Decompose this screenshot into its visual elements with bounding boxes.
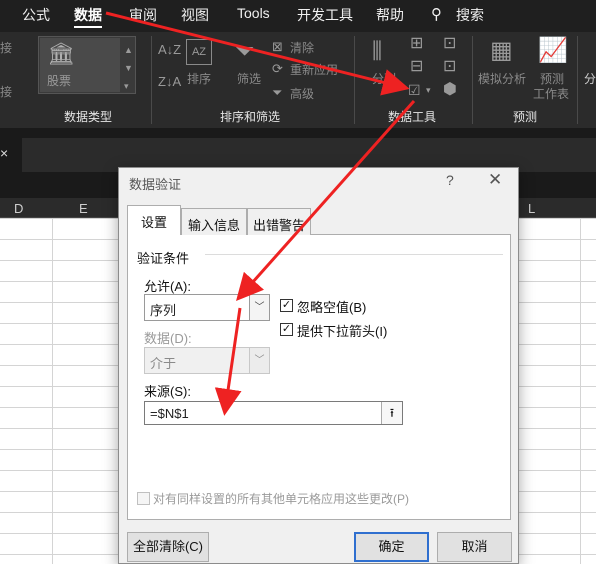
search-icon[interactable]: ⚲ [431,5,442,23]
tab-review[interactable]: 审阅 [129,5,157,25]
search-label[interactable]: 搜索 [456,5,484,25]
chevron-down-icon: ﹀ [249,348,269,373]
tab-help[interactable]: 帮助 [376,5,404,25]
remove-duplicates-icon[interactable]: ⊟ [410,59,423,75]
consolidate-icon[interactable]: ⊡ [443,36,456,52]
reapply-icon[interactable]: ⟳ [272,61,283,77]
dropdown-checkbox[interactable]: ✓ [280,323,293,336]
column-header[interactable]: D [14,201,23,216]
tab-settings[interactable]: 设置 [127,205,181,235]
data-select: 介于 ﹀ [144,347,270,374]
data-label: 数据(D): [144,331,192,346]
split-label: 分列 [372,72,397,86]
tab-error-alert[interactable]: 出错警告 [247,208,311,235]
tab-input-message[interactable]: 输入信息 [181,208,247,235]
close-icon[interactable]: ✕ [488,170,502,190]
flash-fill-icon[interactable]: ⊞ [410,36,423,52]
column-header[interactable]: E [79,201,88,216]
chevron-down-icon[interactable]: ﹀ [249,295,269,320]
tab-view[interactable]: 视图 [181,5,209,25]
clear-all-button[interactable]: 全部清除(C) [127,532,209,562]
allow-label: 允许(A): [144,279,191,294]
group-divider [151,36,152,124]
tab-developer[interactable]: 开发工具 [297,5,353,25]
collapse-dialog-icon[interactable]: ⭱ [381,402,402,424]
help-icon[interactable]: ? [446,172,454,188]
whatif-label: 模拟分析 [478,72,527,86]
collapse-icon[interactable]: × [0,145,8,161]
group-divider [577,36,578,124]
tab-tools[interactable]: Tools [237,5,270,21]
dropdown-label[interactable]: 提供下拉箭头(I) [297,321,387,340]
gallery-more-icon[interactable]: ▾ [124,78,129,94]
stock-label: 股票 [47,74,72,88]
sort-dialog-icon[interactable]: AZ [186,39,212,65]
forecast-sheet-icon[interactable]: 📈 [538,39,568,63]
filter-icon[interactable]: ⏷ [235,40,254,64]
tab-data[interactable]: 数据 [74,5,102,25]
ignore-blank-label[interactable]: 忽略空值(B) [297,297,366,316]
column-header[interactable]: L [528,201,535,216]
gallery-scroll-up-icon[interactable]: ▲ [124,42,133,58]
relationships-icon[interactable]: ⊡ [443,59,456,75]
group-label-data-types: 数据类型 [64,110,113,124]
advanced-filter-icon[interactable]: ⏷ [272,85,282,101]
data-validation-icon[interactable]: ☑ [408,82,421,98]
section-divider [205,254,503,255]
allow-select[interactable]: 序列 ﹀ [144,294,270,321]
group-label-data-tools: 数据工具 [388,110,437,124]
clear-filter-icon[interactable]: ⊠ [272,39,283,55]
bank-icon: 🏛 [47,41,75,66]
apply-all-label: 对有同样设置的所有其他单元格应用这些更改(P) [153,492,409,506]
tab-formulas[interactable]: 公式 [22,5,50,25]
ok-button[interactable]: 确定 [354,532,429,562]
section-title: 验证条件 [137,251,190,266]
source-label: 来源(S): [144,384,191,399]
sort-label: 排序 [187,72,212,86]
ribbon-edge-label-2: 接 [0,85,13,99]
ribbon-edge-label-right: 分 [584,72,596,86]
text-to-columns-icon[interactable]: ⫼ [372,40,382,62]
clear-label: 清除 [290,41,315,55]
reapply-label: 重新应用 [290,63,339,77]
data-validation-dropdown-icon[interactable]: ▾ [426,82,431,98]
allow-select-value: 序列 [150,303,177,318]
advanced-label: 高级 [290,87,315,101]
source-input[interactable]: =$N$1 [144,401,403,425]
what-if-analysis-icon[interactable]: ▦ [490,39,513,63]
gallery-scroll-down-icon[interactable]: ▼ [124,60,133,76]
ignore-blank-checkbox[interactable]: ✓ [280,299,293,312]
dialog-title: 数据验证 [129,177,182,192]
apply-all-checkbox [137,492,150,505]
group-label-forecast: 预测 [513,110,538,124]
data-select-value: 介于 [150,356,177,371]
group-label-sort-filter: 排序和筛选 [220,110,281,124]
data-model-icon[interactable]: ⬢ [443,82,457,98]
group-divider [354,36,355,124]
active-tab-indicator [74,26,102,28]
filter-label: 筛选 [237,72,262,86]
ribbon-edge-label-1: 接 [0,41,13,55]
sort-ascending-icon[interactable]: A↓Z [158,42,181,58]
forecast-sheet-label-2: 工作表 [533,87,570,101]
group-divider [472,36,473,124]
sort-descending-icon[interactable]: Z↓A [158,74,181,90]
cancel-button[interactable]: 取消 [437,532,512,562]
